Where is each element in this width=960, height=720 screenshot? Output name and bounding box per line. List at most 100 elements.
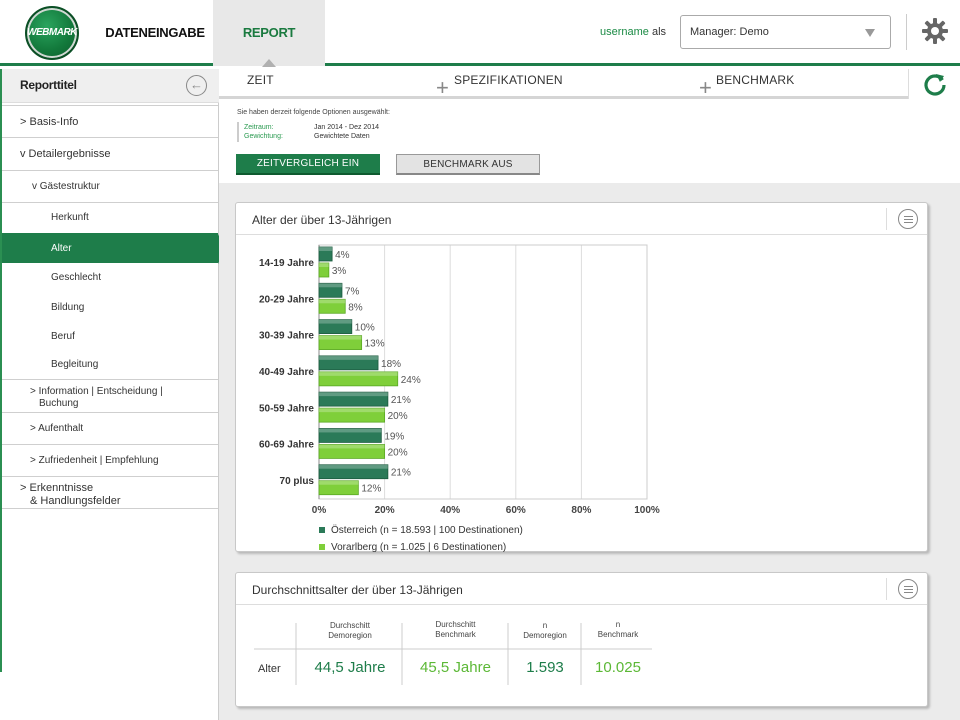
option-key: Zeitraum: xyxy=(244,124,274,131)
bar-highlight xyxy=(319,263,329,267)
user-label: username als xyxy=(600,26,666,38)
bar-highlight xyxy=(319,392,388,397)
top-header: WEBMARK DATENEINGABE REPORT username als… xyxy=(0,0,960,67)
table-cell-n-demoregion: 1.593 xyxy=(526,659,564,676)
options-rail xyxy=(237,122,239,142)
option-key: Gewichtung: xyxy=(244,133,283,140)
th-line1: Durchschitt xyxy=(329,621,370,630)
bar-highlight xyxy=(319,408,385,413)
sidebar-item-detailergebnisse[interactable]: v Detailergebnisse xyxy=(2,137,218,170)
sidebar-header: Reporttitel ← xyxy=(0,69,219,103)
th-line1: n xyxy=(615,620,621,629)
th-line2: Benchmark xyxy=(597,630,639,639)
avg-age-card: Durchschnittsalter der über 13-Jährigen … xyxy=(235,572,928,707)
active-tab-indicator xyxy=(262,59,276,67)
sidebar-accent-bar xyxy=(0,69,2,672)
bar-highlight xyxy=(319,444,385,449)
sidebar-item-label: Beruf xyxy=(51,331,75,342)
sidebar-item-begleitung[interactable]: Begleitung xyxy=(2,351,218,379)
reload-icon[interactable] xyxy=(922,72,948,98)
nav-tab-report[interactable]: REPORT xyxy=(213,0,325,67)
sidebar-item-label-line2: & Handlungsfelder xyxy=(30,495,121,507)
x-tick-label: 40% xyxy=(440,505,460,516)
options-intro: Sie haben derzeit folgende Optionen ausg… xyxy=(237,109,390,116)
reload-area xyxy=(908,69,960,99)
category-label: 14-19 Jahre xyxy=(259,258,314,269)
options-panel: Sie haben derzeit folgende Optionen ausg… xyxy=(219,100,960,183)
sub-tabs: ZEIT + SPEZIFIKATIONEN + BENCHMARK xyxy=(219,69,908,99)
bar-highlight xyxy=(319,371,398,376)
sidebar-item-beruf[interactable]: Beruf xyxy=(2,323,218,351)
nav-tab-dateneingabe[interactable]: DATENEINGABE xyxy=(100,0,210,66)
tab-spezifikationen[interactable]: SPEZIFIKATIONEN xyxy=(454,73,563,87)
bar-highlight xyxy=(319,335,362,340)
data-label: 12% xyxy=(361,484,381,495)
sidebar-item-zufriedenheit[interactable]: > Zufriedenheit | Empfehlung xyxy=(2,444,218,476)
category-label: 50-59 Jahre xyxy=(259,403,314,414)
sidebar-item-label: Geschlecht xyxy=(51,272,102,283)
sidebar-item-information[interactable]: > Information | Entscheidung | Buchung xyxy=(2,379,218,412)
data-label: 24% xyxy=(401,375,421,386)
x-tick-label: 100% xyxy=(634,505,660,516)
gear-icon[interactable] xyxy=(921,17,949,45)
data-label: 20% xyxy=(388,447,408,458)
sidebar-item-label-line1: > Erkenntnisse xyxy=(20,482,94,494)
nav-tab-report-label: REPORT xyxy=(242,25,296,40)
sidebar-item-label-line2: Buchung xyxy=(39,398,79,409)
back-arrow-icon[interactable]: ← xyxy=(186,75,207,96)
legend-label: Österreich (n = 18.593 | 100 Destination… xyxy=(331,524,523,536)
webmark-logo[interactable]: WEBMARK xyxy=(25,6,79,60)
category-label: 30-39 Jahre xyxy=(259,331,314,342)
sidebar-item-erkenntnisse[interactable]: > Erkenntnisse & Handlungsfelder xyxy=(2,476,218,509)
tab-benchmark[interactable]: BENCHMARK xyxy=(716,73,794,87)
role-select-value: Manager: Demo xyxy=(690,26,769,38)
bar-highlight xyxy=(319,355,379,360)
role-select[interactable]: Manager: Demo xyxy=(680,15,891,49)
plus-icon: + xyxy=(436,75,449,100)
table-header-durchschnitt-demoregion: Durchschitt Demoregion xyxy=(298,621,402,641)
bar-highlight xyxy=(319,319,352,324)
data-label: 7% xyxy=(345,286,360,297)
legend-label: Vorarlberg (n = 1.025 | 6 Destinationen) xyxy=(331,542,506,553)
sidebar-item-label: Begleitung xyxy=(51,359,99,370)
sidebar-item-aufenthalt[interactable]: > Aufenthalt xyxy=(2,412,218,444)
data-label: 8% xyxy=(348,302,363,313)
zeitvergleich-button[interactable]: ZEITVERGLEICH EIN xyxy=(236,154,380,175)
option-value: Gewichtete Daten xyxy=(314,133,370,140)
data-label: 19% xyxy=(384,431,404,442)
table-header-n-benchmark: n Benchmark xyxy=(582,620,654,640)
plus-icon: + xyxy=(699,75,712,100)
sidebar-item-label-line1: > Information | Entscheidung | xyxy=(30,386,163,397)
category-label: 60-69 Jahre xyxy=(259,440,314,451)
table-cell-n-benchmark: 10.025 xyxy=(595,659,641,676)
sidebar-item-label: Bildung xyxy=(51,302,85,313)
data-label: 3% xyxy=(332,266,347,277)
chevron-down-icon xyxy=(865,29,875,37)
benchmark-button[interactable]: BENCHMARK AUS xyxy=(396,154,540,175)
x-tick-label: 20% xyxy=(375,505,395,516)
sidebar: Reporttitel ← > Basis-Info v Detailergeb… xyxy=(0,69,225,720)
sidebar-item-basis-info[interactable]: > Basis-Info xyxy=(2,105,218,137)
data-label: 10% xyxy=(355,323,375,334)
data-label: 13% xyxy=(365,339,385,350)
sidebar-item-herkunft[interactable]: Herkunft xyxy=(2,202,218,233)
sidebar-item-alter[interactable]: Alter xyxy=(2,233,225,264)
th-line2: Benchmark xyxy=(435,630,476,639)
table-header-n-demoregion: n Demoregion xyxy=(509,621,581,641)
bar-highlight xyxy=(319,464,388,469)
logo-text: WEBMARK xyxy=(27,27,77,38)
x-tick-label: 60% xyxy=(506,505,526,516)
sidebar-item-geschlecht[interactable]: Geschlecht xyxy=(2,263,218,293)
sidebar-item-gaestestruktur[interactable]: v Gästestruktur xyxy=(2,170,218,202)
option-value: Jan 2014 - Dez 2014 xyxy=(314,124,379,131)
age-chart-card: Alter der über 13-Jährigen 0% 20% 40% 60% 80… xyxy=(235,202,928,553)
age-bar-chart: 0% 20% 40% 60% 80% 100% 14-19 Jahre 4% 3% 20-29 J… xyxy=(259,244,660,553)
sidebar-item-label: Herkunft xyxy=(51,212,89,223)
sidebar-item-bildung[interactable]: Bildung xyxy=(2,293,218,323)
th-line1: n xyxy=(542,621,548,630)
sidebar-item-label: > Basis-Info xyxy=(20,115,79,128)
header-divider xyxy=(906,14,907,50)
data-label: 20% xyxy=(388,411,408,422)
user-als: als xyxy=(651,26,667,38)
tab-zeit[interactable]: ZEIT xyxy=(247,73,274,87)
